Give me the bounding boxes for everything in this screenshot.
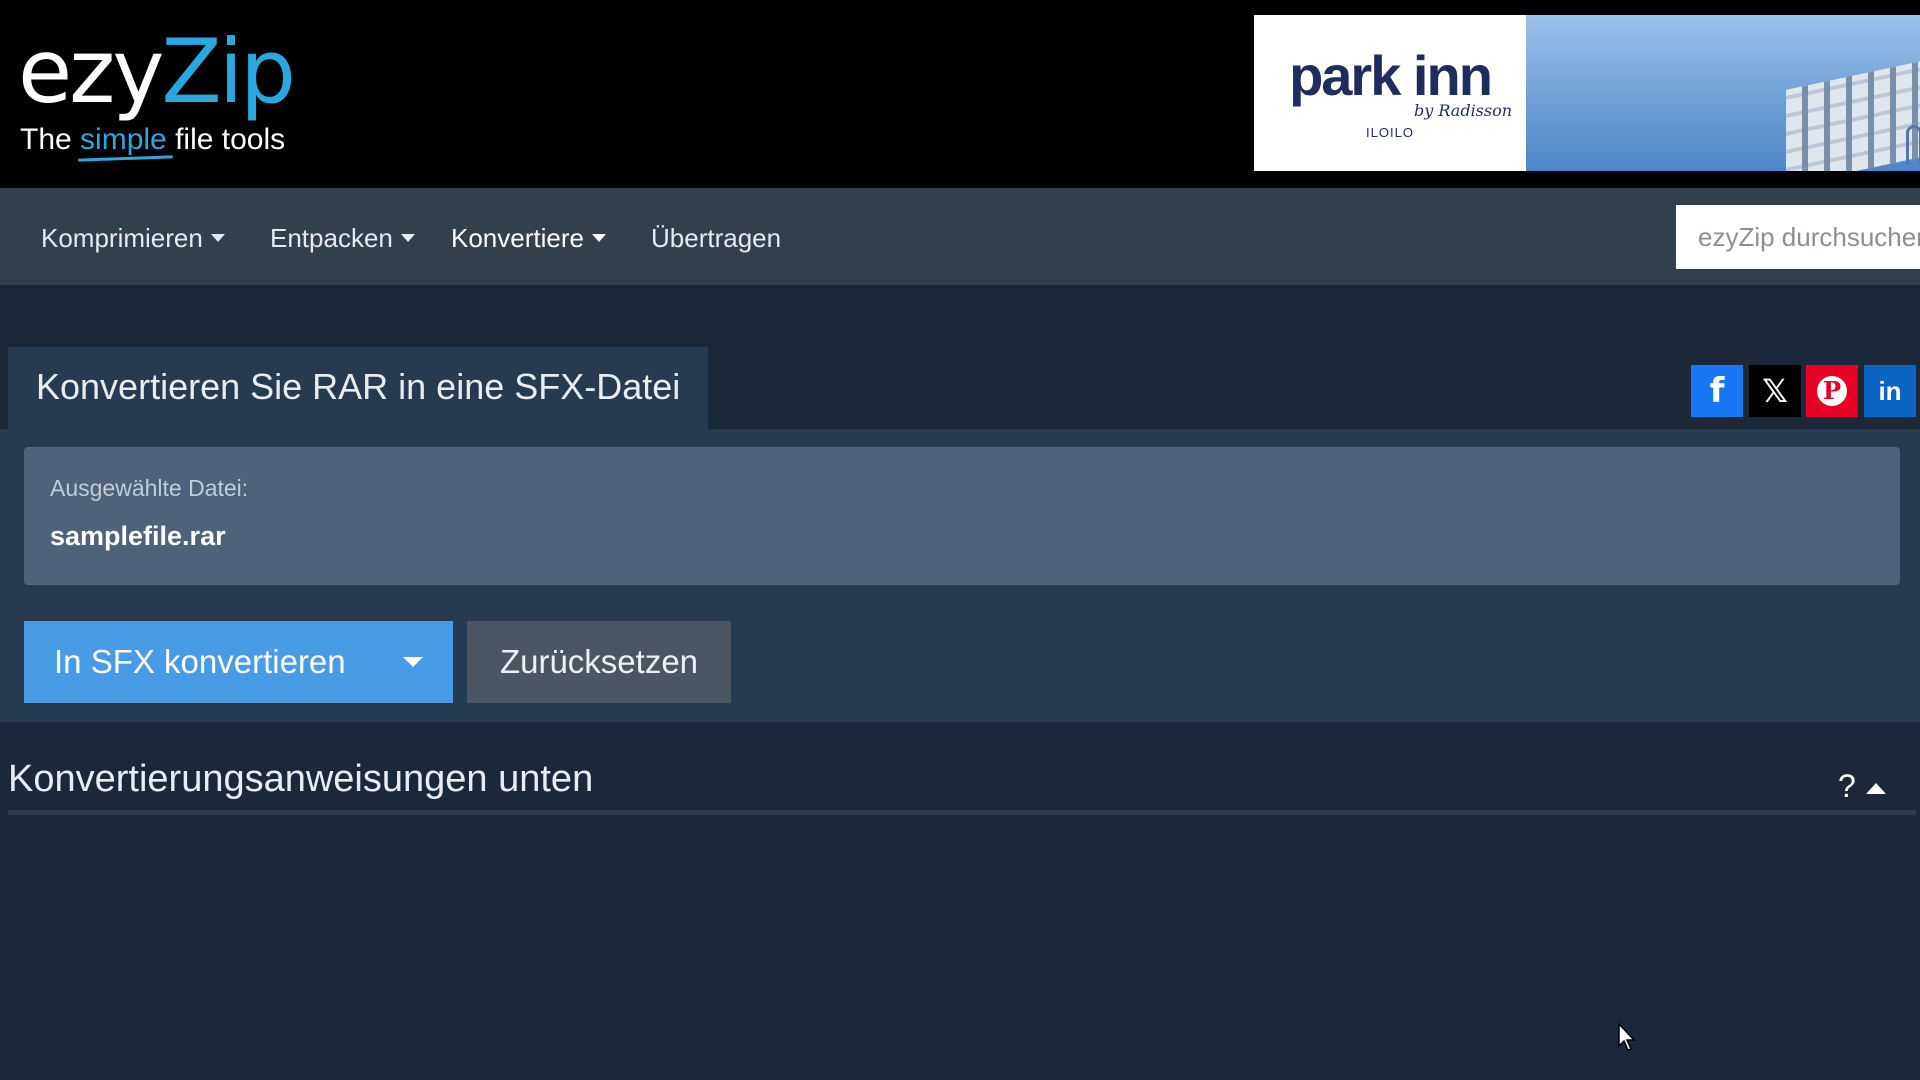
nav-komprimieren[interactable]: Komprimieren	[41, 222, 225, 254]
selected-file-box: Ausgewählte Datei: samplefile.rar	[24, 447, 1900, 585]
ad-logo-panel: park inn by Radisson ILOILO	[1254, 15, 1526, 171]
chevron-down-icon	[210, 234, 225, 242]
pinterest-icon: P	[1817, 376, 1847, 406]
nav-entpacken[interactable]: Entpacken	[270, 222, 415, 254]
ad-lamp-image	[1906, 125, 1920, 165]
chevron-down-icon	[400, 234, 415, 242]
mouse-cursor-icon	[1618, 1023, 1636, 1051]
convert-to-sfx-button[interactable]: In SFX konvertieren	[24, 621, 453, 703]
nav-uebertragen[interactable]: Übertragen	[651, 222, 781, 254]
logo-tagline: The simple file tools	[20, 123, 286, 156]
ad-building-image	[1786, 60, 1920, 171]
nav-konvertiere[interactable]: Konvertiere	[451, 222, 606, 254]
ad-brand: park inn	[1289, 44, 1493, 107]
linkedin-icon: in	[1878, 375, 1902, 406]
ezyzip-logo[interactable]: ezyZip The simple file tools	[18, 22, 318, 162]
convert-button-label: In SFX konvertieren	[54, 643, 346, 680]
section-divider	[8, 810, 1916, 815]
page-title-tab: Konvertieren Sie RAR in eine SFX-Datei	[8, 347, 708, 429]
chevron-down-icon[interactable]	[403, 657, 423, 667]
facebook-share-button[interactable]: f	[1691, 365, 1743, 417]
facebook-icon: f	[1709, 371, 1725, 411]
x-icon: 𝕏	[1762, 372, 1788, 410]
linkedin-share-button[interactable]: in	[1864, 365, 1916, 417]
chevron-down-icon	[591, 234, 606, 242]
ad-city: ILOILO	[1366, 125, 1414, 140]
ad-brand-byline: by Radisson	[1414, 101, 1513, 120]
ad-photo	[1526, 15, 1920, 171]
pinterest-share-button[interactable]: P	[1806, 365, 1858, 417]
page-title: Konvertieren Sie RAR in eine SFX-Datei	[36, 366, 681, 407]
help-icon[interactable]: ?	[1838, 768, 1856, 805]
selected-file-label: Ausgewählte Datei:	[50, 475, 249, 501]
site-header: ezyZip The simple file tools park inn by…	[0, 0, 1920, 188]
selected-file-name: samplefile.rar	[50, 521, 226, 551]
logo-wordmark: ezyZip	[18, 20, 296, 123]
collapse-up-icon[interactable]	[1866, 783, 1886, 794]
instructions-heading: Konvertierungsanweisungen unten	[8, 758, 594, 800]
search-input[interactable]	[1676, 205, 1920, 269]
x-share-button[interactable]: 𝕏	[1749, 365, 1801, 417]
ad-banner[interactable]: park inn by Radisson ILOILO	[1254, 15, 1920, 171]
main-navbar: Komprimieren Entpacken Konvertiere Übert…	[0, 188, 1920, 288]
reset-button[interactable]: Zurücksetzen	[467, 621, 731, 703]
